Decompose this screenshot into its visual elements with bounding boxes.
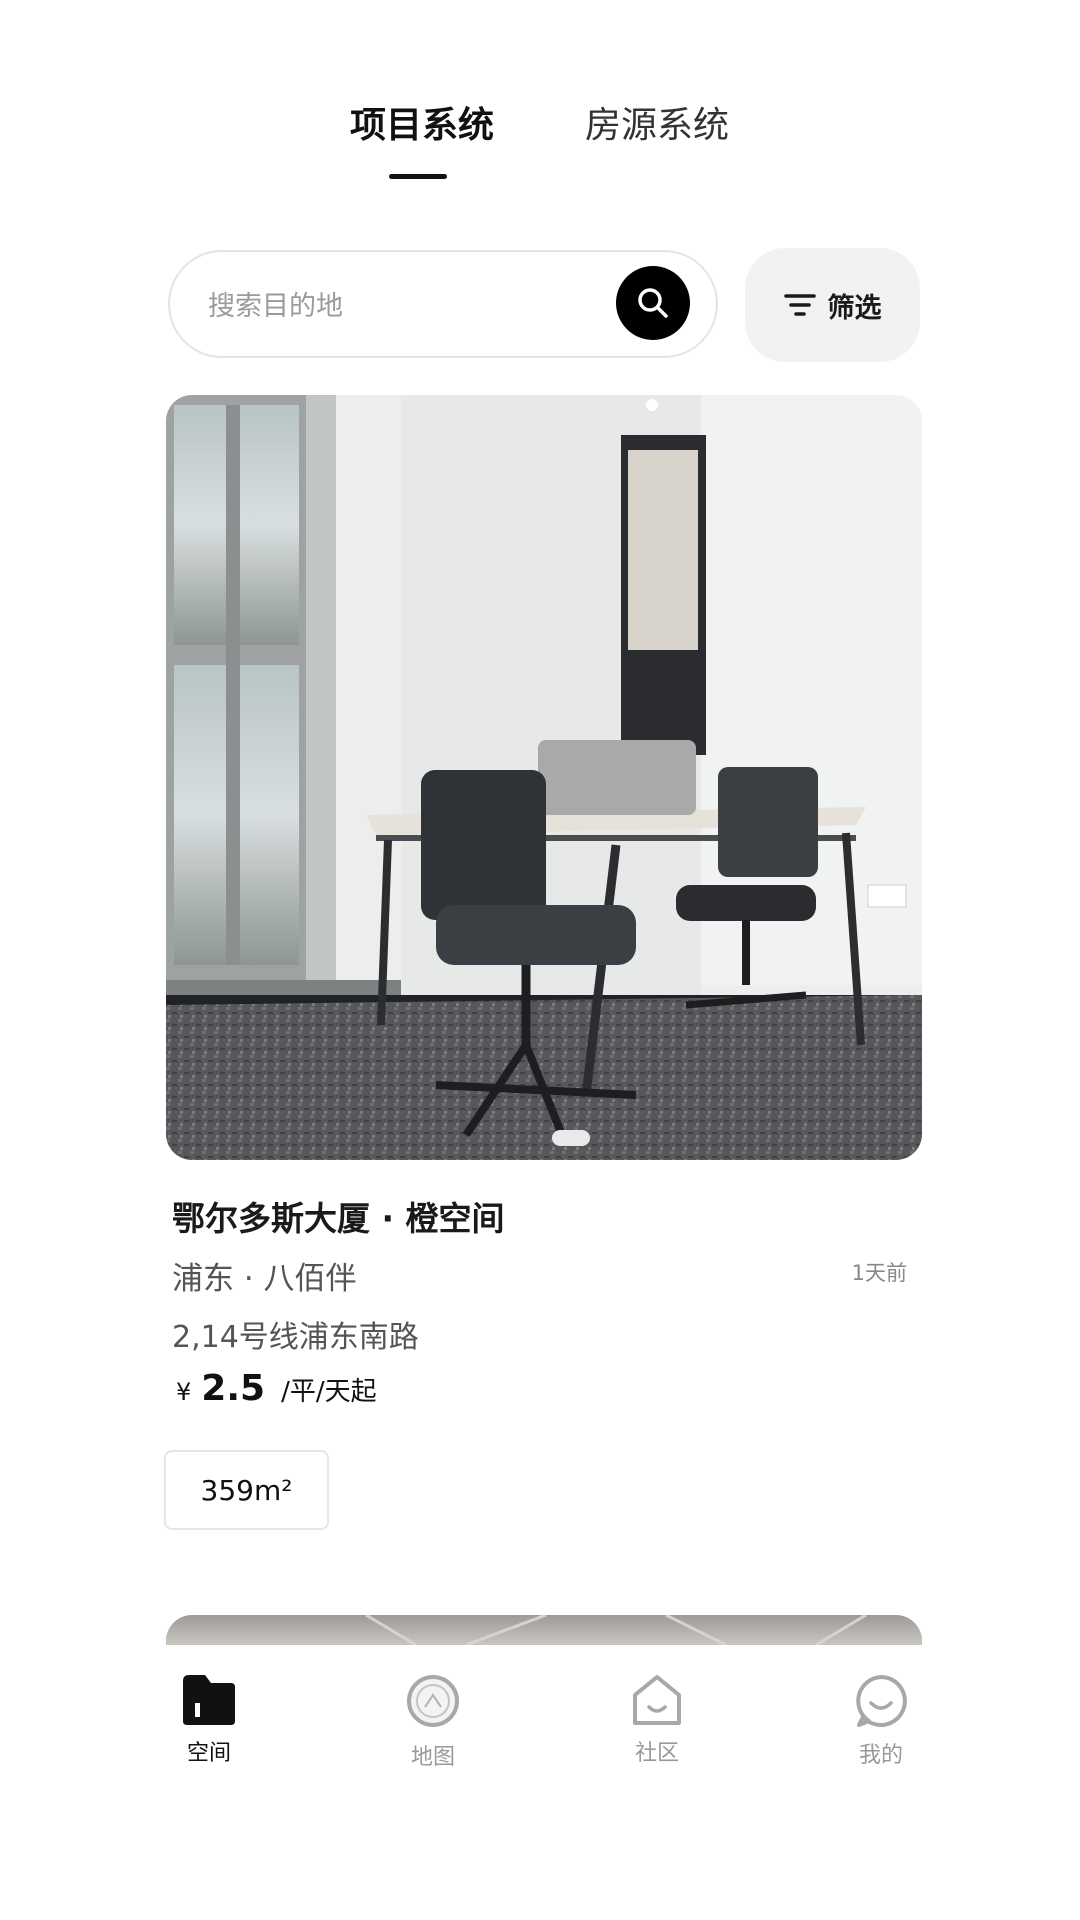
tab-project-system[interactable]: 项目系统 bbox=[350, 96, 494, 156]
nav-label-space: 空间 bbox=[186, 1741, 231, 1766]
map-icon bbox=[407, 1675, 459, 1727]
listing-area: 浦东 · 八佰伴 bbox=[172, 1261, 357, 1297]
listing-time: 1天前 bbox=[851, 1261, 907, 1285]
listing-photo[interactable] bbox=[166, 395, 922, 1160]
area-size-tag: 359m² bbox=[164, 1450, 329, 1530]
listing-title[interactable]: 鄂尔多斯大厦 · 橙空间 bbox=[172, 1192, 505, 1240]
price-unit: /平/天起 bbox=[281, 1377, 377, 1407]
filter-icon bbox=[783, 294, 816, 316]
search-bar bbox=[168, 250, 718, 358]
nav-item-community[interactable]: 社区 bbox=[597, 1673, 717, 1767]
search-button[interactable] bbox=[616, 266, 690, 340]
nav-label-community: 社区 bbox=[634, 1741, 679, 1766]
top-tab-bar: 项目系统 房源系统 bbox=[0, 96, 1080, 186]
nav-item-map[interactable]: 地图 bbox=[373, 1673, 493, 1771]
office-room-illustration bbox=[166, 395, 922, 1160]
bottom-nav: 空间 地图 社区 我的 bbox=[0, 1645, 1080, 1920]
filter-button[interactable]: 筛选 bbox=[745, 248, 920, 362]
search-input[interactable] bbox=[206, 280, 590, 332]
nav-label-map: 地图 bbox=[410, 1745, 455, 1770]
tab-listing-system[interactable]: 房源系统 bbox=[585, 96, 729, 156]
listing-price: ¥ 2.5 /平/天起 bbox=[176, 1368, 377, 1409]
space-folder-icon bbox=[183, 1675, 235, 1725]
nav-label-profile: 我的 bbox=[858, 1743, 903, 1768]
listing-metro: 2,14号线浦东南路 bbox=[172, 1320, 419, 1355]
price-value: 2.5 bbox=[201, 1368, 266, 1409]
nav-item-profile[interactable]: 我的 bbox=[821, 1673, 941, 1769]
filter-label: 筛选 bbox=[827, 292, 882, 324]
community-house-icon bbox=[633, 1675, 681, 1725]
next-listing-illustration bbox=[365, 1615, 867, 1645]
search-icon bbox=[638, 288, 668, 318]
price-currency: ¥ bbox=[176, 1378, 192, 1406]
next-listing-photo[interactable] bbox=[166, 1615, 922, 1645]
active-tab-indicator bbox=[389, 174, 447, 179]
carousel-indicator bbox=[552, 1130, 590, 1146]
profile-face-icon bbox=[856, 1675, 907, 1727]
nav-item-space[interactable]: 空间 bbox=[149, 1673, 269, 1767]
